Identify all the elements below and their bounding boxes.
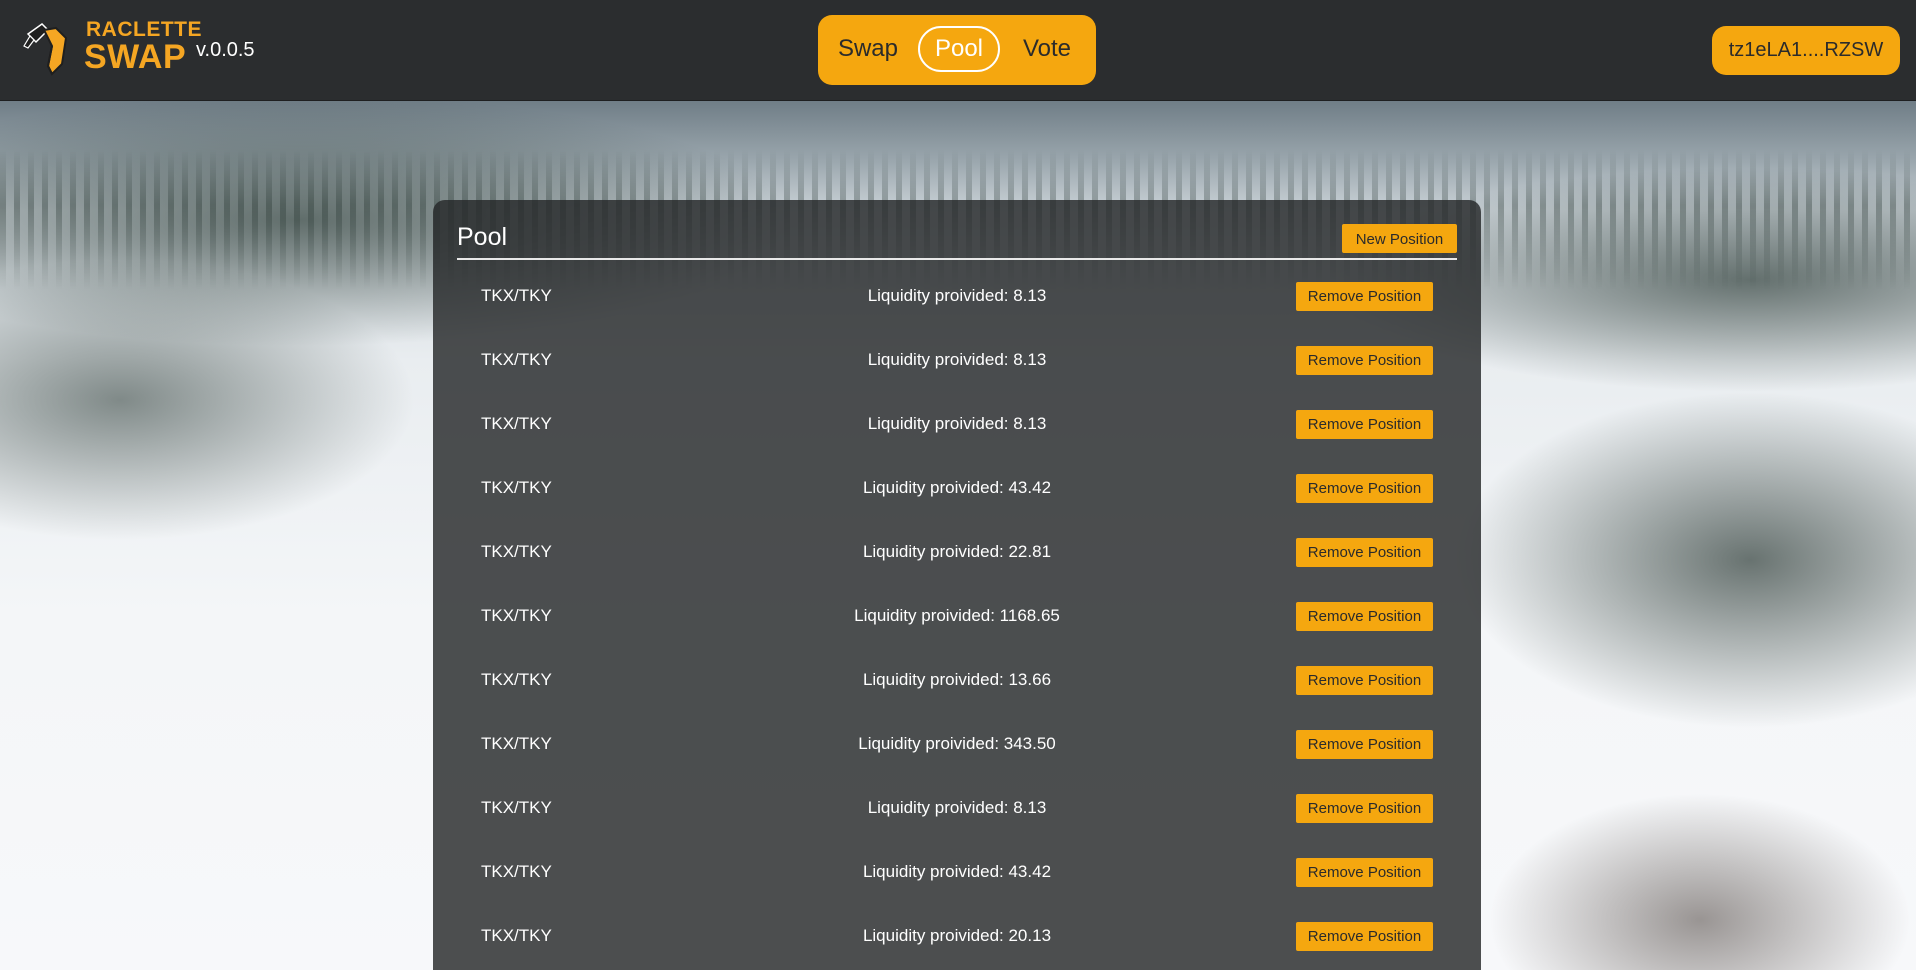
logo-text-swap: SWAP [84,38,187,76]
app-logo[interactable]: RACLETTE SWAP [22,16,202,80]
wallet-address-button[interactable]: tz1eLA1....RZSW [1712,26,1900,75]
pool-title: Pool [457,223,508,251]
remove-position-button[interactable]: Remove Position [1296,794,1433,823]
raclette-knife-icon [23,23,68,76]
remove-position-button[interactable]: Remove Position [1296,666,1433,695]
position-row: TKX/TKY Liquidity proivided: 8.13 Remove P… [433,264,1481,328]
main-nav: Swap Pool Vote [818,15,1096,85]
position-row: TKX/TKY Liquidity proivided: 1168.65 Remov… [433,584,1481,648]
pool-panel: Pool New Position TKX/TKY Liquidity proiv… [433,200,1481,970]
remove-position-button[interactable]: Remove Position [1296,538,1433,567]
position-row: TKX/TKY Liquidity proivided: 8.13 Remove P… [433,392,1481,456]
title-divider [457,258,1457,260]
position-row: TKX/TKY Liquidity proivided: 43.42 Remove … [433,840,1481,904]
remove-position-button[interactable]: Remove Position [1296,730,1433,759]
app-version: v.0.0.5 [196,39,255,61]
position-row: TKX/TKY Liquidity proivided: 22.81 Remove … [433,520,1481,584]
top-header: RACLETTE SWAP v.0.0.5 Swap Pool Vote tz1… [0,0,1916,101]
position-row: TKX/TKY Liquidity proivided: 8.13 Remove P… [433,776,1481,840]
position-row: TKX/TKY Liquidity proivided: 8.13 Remove P… [433,328,1481,392]
remove-position-button[interactable]: Remove Position [1296,282,1433,311]
remove-position-button[interactable]: Remove Position [1296,474,1433,503]
nav-vote-tab[interactable]: Vote [1014,26,1080,72]
nav-pool-tab[interactable]: Pool [918,26,1000,72]
remove-position-button[interactable]: Remove Position [1296,410,1433,439]
remove-position-button[interactable]: Remove Position [1296,858,1433,887]
remove-position-button[interactable]: Remove Position [1296,602,1433,631]
nav-swap-tab[interactable]: Swap [832,26,904,72]
position-row: TKX/TKY Liquidity proivided: 43.42 Remove … [433,456,1481,520]
remove-position-button[interactable]: Remove Position [1296,346,1433,375]
new-position-button[interactable]: New Position [1342,224,1457,253]
position-row: TKX/TKY Liquidity proivided: 13.66 Remove … [433,648,1481,712]
position-row: TKX/TKY Liquidity proivided: 20.13 Remove … [433,904,1481,968]
remove-position-button[interactable]: Remove Position [1296,922,1433,951]
position-row: TKX/TKY Liquidity proivided: 343.50 Remove… [433,712,1481,776]
position-list: TKX/TKY Liquidity proivided: 8.13 Remove P… [433,264,1481,968]
